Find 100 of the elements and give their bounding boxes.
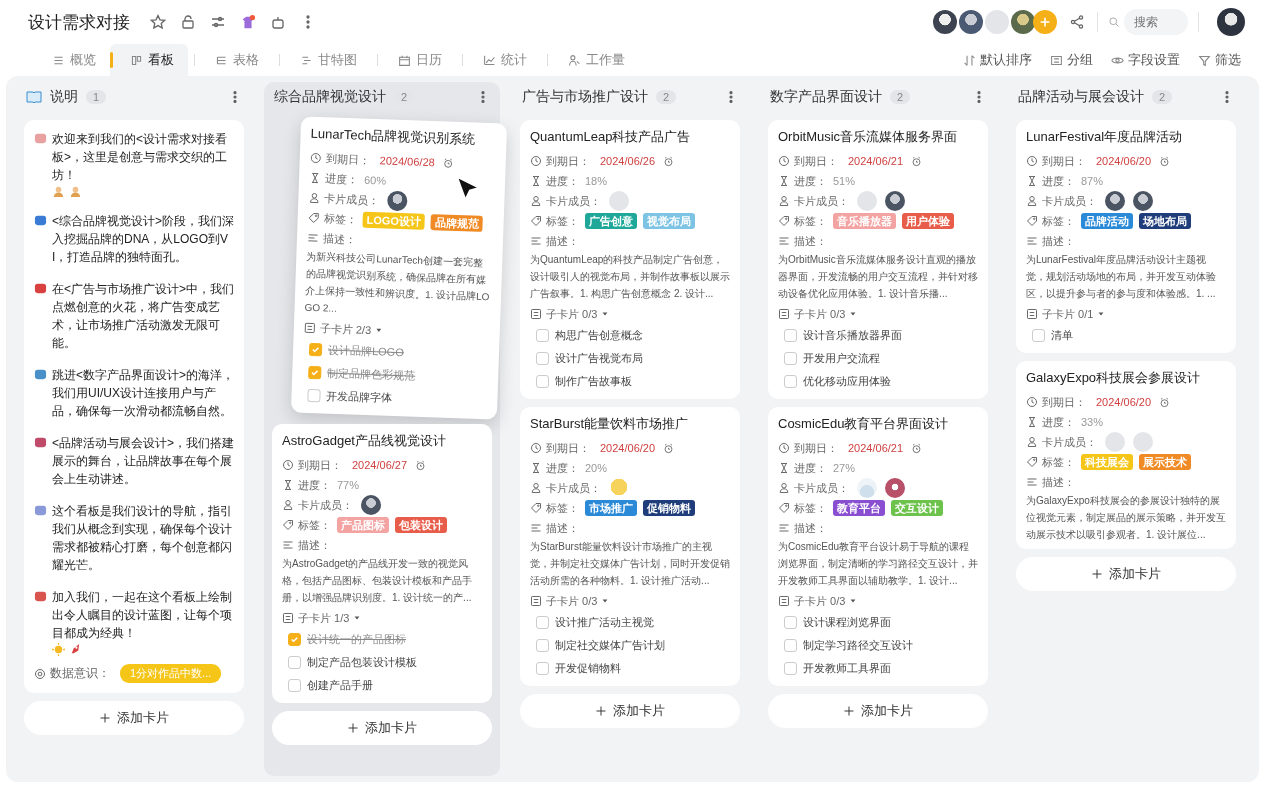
subcard-icon (530, 595, 542, 607)
caret-icon[interactable] (353, 614, 362, 622)
checkbox[interactable] (784, 639, 797, 652)
book-icon (26, 89, 42, 105)
checkbox[interactable] (1032, 329, 1045, 342)
worker-icon (52, 184, 65, 198)
checkbox[interactable] (536, 616, 549, 629)
clock-icon (309, 151, 322, 165)
subcard-count[interactable]: 子卡片 0/3 (794, 593, 846, 609)
task-card[interactable]: CosmicEdu教育平台界面设计 到期日： 2024/06/21 进度： 27% 卡片成员： 标签： 教育平台 交互设计 描述： 为CosmicEdu教育平台设计易于导航的课程浏览界面，制定清晰的学习路径交互设计，并开发教师工具界面以辅助教学。1. 设计... 子卡片 0/3 设计课程浏览界面 制定学习路径交互设计 开发教师工具界面 (768, 407, 988, 686)
checkbox[interactable] (308, 365, 322, 380)
member-avatar (387, 190, 408, 212)
member-avatar (885, 478, 905, 498)
caret-icon[interactable] (601, 310, 610, 318)
caret-icon[interactable] (849, 597, 858, 605)
checkbox[interactable] (784, 329, 797, 342)
user-avatar[interactable] (1217, 8, 1245, 36)
clock-icon (1026, 155, 1038, 167)
progress-value: 51% (833, 175, 856, 187)
tag-icon (530, 502, 542, 514)
checkbox[interactable] (288, 633, 301, 646)
subcard-count[interactable]: 子卡片 0/3 (794, 306, 846, 322)
task-card[interactable]: AstroGadget产品线视觉设计 到期日： 2024/06/27 进度： 77% 卡片成员： 标签： 产品图标 包装设计 描述： 为AstroGadget的产品线开发一致的视觉风格，包括产品图标、包装设计模板和产品手册，以增强品牌识别度。1. 设计统一的产... 子卡片 1/3 设计统一的产品图标 制定产品包装设计模板 创建产品手册 (272, 424, 492, 703)
person-icon (1026, 195, 1038, 207)
caret-icon[interactable] (601, 597, 610, 605)
member-avatar (857, 478, 877, 498)
alarm-icon (1159, 155, 1171, 167)
field-label: 进度： (324, 170, 359, 187)
checkbox[interactable] (784, 662, 797, 675)
task-card[interactable]: GalaxyExpo科技展会参展设计 到期日： 2024/06/20 进度： 33% 卡片成员： 标签： 科技展会 展示技术 描述： 为GalaxyExpo科技展会的参展设计独特的展位视觉元素，制定展品的展示策略，并开发互动展示技术以吸引参观者。1. 设计展位... (1016, 361, 1236, 549)
lines-icon (282, 539, 294, 551)
sun-icon (52, 642, 65, 656)
view-tab[interactable]: 日历 (384, 44, 456, 76)
subcard-count[interactable]: 子卡片 0/1 (1042, 306, 1094, 322)
checkbox[interactable] (536, 352, 549, 365)
checkbox[interactable] (784, 616, 797, 629)
member-avatar (1133, 432, 1153, 452)
toolbar-button[interactable]: 分组 (1050, 51, 1093, 69)
add-card-button[interactable]: 添加卡片 (272, 711, 492, 745)
add-card-button[interactable]: 添加卡片 (768, 694, 988, 728)
toolbar-button[interactable]: 筛选 (1198, 51, 1241, 69)
emoji-icon (34, 132, 47, 145)
subtask-label: 清单 (1051, 328, 1073, 343)
field-label: 标签： (298, 517, 331, 533)
field-label: 卡片成员： (1042, 193, 1097, 209)
view-tab[interactable]: 统计 (469, 44, 541, 76)
subcard-count[interactable]: 子卡片 0/3 (546, 593, 598, 609)
caret-icon[interactable] (375, 326, 384, 335)
subcard-icon (530, 308, 542, 320)
view-tab[interactable]: 概览 (38, 44, 110, 76)
caret-icon[interactable] (849, 310, 858, 318)
field-label: 标签： (546, 213, 579, 229)
view-tab[interactable]: 看板 (110, 44, 188, 76)
member-avatar[interactable] (959, 10, 983, 34)
alarm-icon (415, 459, 427, 471)
hourglass-icon (530, 175, 542, 187)
checkbox[interactable] (784, 352, 797, 365)
toolbar-button[interactable]: 字段设置 (1111, 51, 1180, 69)
progress-value: 33% (1081, 416, 1104, 428)
task-card[interactable]: LunarFestival年度品牌活动 到期日： 2024/06/20 进度： 87% 卡片成员： 标签： 品牌活动 场地布局 描述： 为LunarFestival年度品牌活动设计主题视觉，规划活动场地的布局，并开发互动体验区，以提升参与者的参与度和体验感。1. ... 子卡片 0/1 清单 (1016, 120, 1236, 353)
task-card[interactable]: StarBurst能量饮料市场推广 到期日： 2024/06/20 进度： 20% 卡片成员： 标签： 市场推广 促销物料 描述： 为StarBurst能量饮料设计市场推广的主视觉，并制定社交媒体广告计划，同时开发促销活动所需的各种物料。1. 设计推广活动... 子卡片 0/3 设计推广活动主视觉 制定社交媒体广告计划 开发促销物料 (520, 407, 740, 686)
caret-icon[interactable] (1097, 310, 1106, 318)
field-label: 描述： (546, 520, 579, 536)
field-label: 到期日： (298, 457, 342, 473)
subcard-count[interactable]: 子卡片 2/3 (319, 320, 372, 338)
lines-icon (778, 235, 790, 247)
star-icon[interactable] (148, 12, 168, 32)
view-tab[interactable]: 工作量 (554, 44, 639, 76)
task-card[interactable]: OrbitMusic音乐流媒体服务界面 到期日： 2024/06/21 进度： 51% 卡片成员： 标签： 音乐播放器 用户体验 描述： 为OrbitMusic音乐流媒体服务设计直观的播放器界面，开发流畅的用户交互流程，并针对移动设备优化应用体验。1. 设计音乐播... 子卡片 0/3 设计音乐播放器界面 开发用户交流程 优化移动应用体验 (768, 120, 988, 399)
field-label: 卡片成员： (794, 193, 849, 209)
checkbox[interactable] (308, 342, 323, 357)
view-tab[interactable]: 表格 (201, 44, 273, 76)
checkbox[interactable] (536, 639, 549, 652)
plus-icon (347, 722, 359, 734)
board-icon (130, 53, 143, 67)
checkbox[interactable] (288, 679, 301, 692)
due-date: 2024/06/28 (379, 154, 435, 169)
member-avatar[interactable] (933, 10, 957, 34)
add-card-button[interactable]: 添加卡片 (520, 694, 740, 728)
task-card[interactable]: QuantumLeap科技产品广告 到期日： 2024/06/26 进度： 18% 卡片成员： 标签： 广告创意 视觉布局 描述： 为QuantumLeap的科技产品制定广告创意，设计吸引人的视觉布局，并制作故事板以展示广告叙事。1. 构思广告创意概念 2. 设计... 子卡片 0/3 构思广告创意概念 设计广告视觉布局 制作广告故事板 (520, 120, 740, 399)
plus-icon (1091, 568, 1103, 580)
field-label: 描述： (298, 537, 331, 553)
search-field[interactable]: 搜索 (1124, 9, 1188, 35)
view-tab[interactable]: 甘特图 (286, 44, 371, 76)
column-title: 数字产品界面设计 (770, 88, 882, 106)
checkbox[interactable] (784, 375, 797, 388)
task-card[interactable]: LunarTech品牌视觉识别系统 到期日： 2024/06/28 进度： 60% 卡片成员： 标签： LOGO设计 品牌规范 描述： 为新兴科技公司LunarTech创建一套完整的品牌视觉识别系统，确保品牌在所有媒介上保持一致性和辨识度。1. 设计品牌LOGO 2... 子卡片 2/3 设计品牌LOGO 制定品牌色彩规范 开发品牌字体 (290, 116, 508, 420)
add-card-button[interactable]: 添加卡片 (24, 701, 244, 735)
field-label: 卡片成员： (324, 190, 380, 208)
note-card[interactable] (24, 120, 244, 693)
checkbox[interactable] (536, 375, 549, 388)
checkbox[interactable] (536, 662, 549, 675)
progress-value: 77% (337, 479, 360, 491)
toolbar-button[interactable]: 默认排序 (963, 51, 1032, 69)
member-avatar[interactable] (1011, 10, 1035, 34)
checkbox[interactable] (536, 329, 549, 342)
checkbox[interactable] (288, 656, 301, 669)
add-card-button[interactable]: 添加卡片 (1016, 557, 1236, 591)
subcard-count[interactable]: 子卡片 1/3 (298, 610, 350, 626)
subcard-count[interactable]: 子卡片 0/3 (546, 306, 598, 322)
